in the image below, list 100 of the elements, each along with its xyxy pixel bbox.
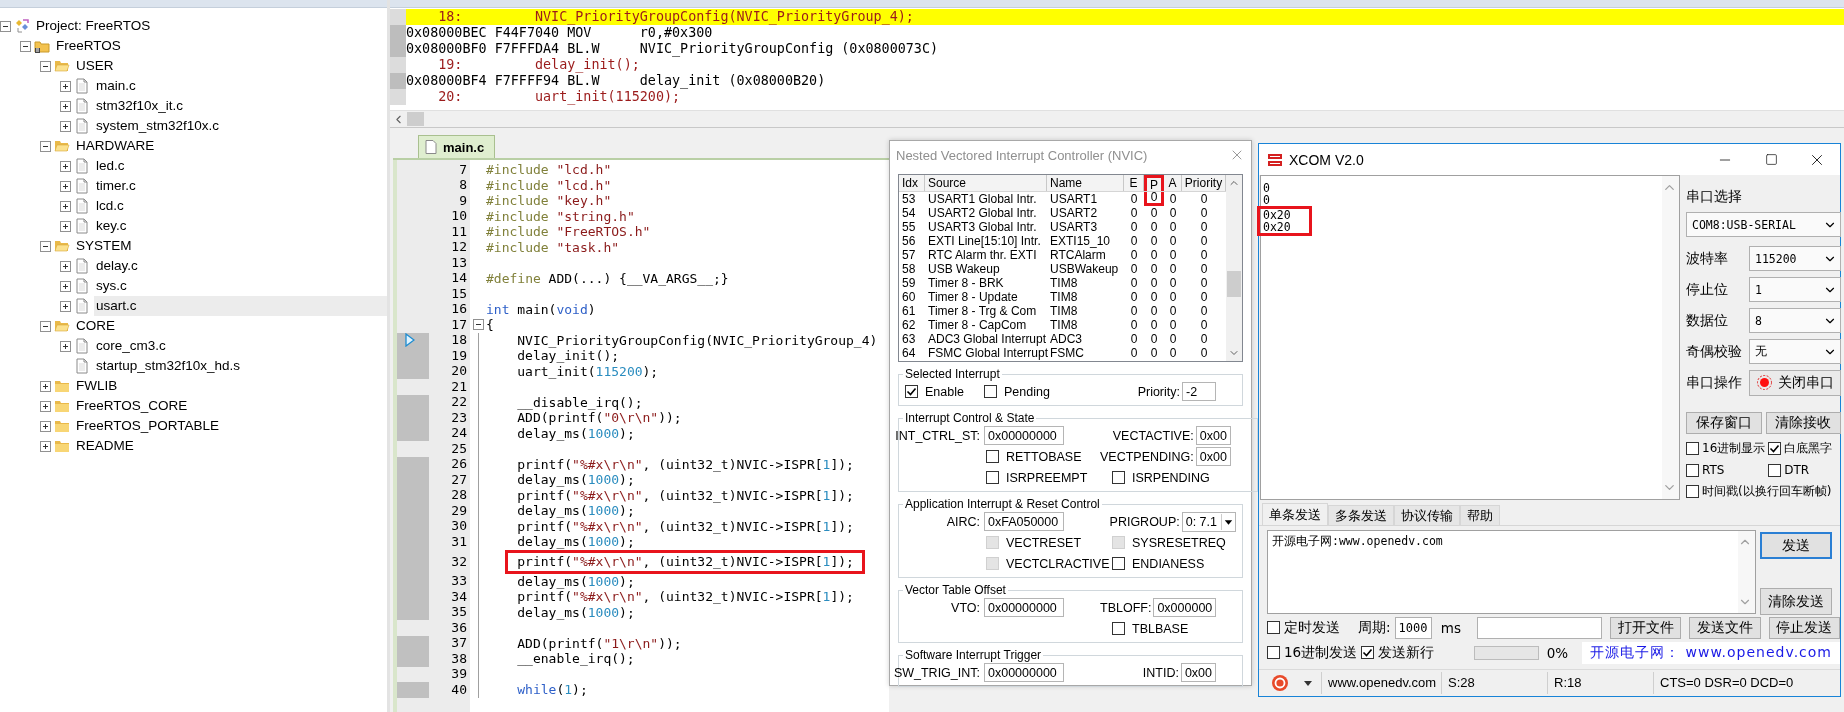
period-field[interactable]: 1000 (1394, 616, 1432, 639)
tree-item[interactable]: Project: FreeRTOS (34, 16, 387, 36)
collapse-icon[interactable] (40, 240, 51, 252)
setting-dropdown[interactable]: 无 (1749, 339, 1841, 364)
checkbox[interactable] (1267, 621, 1280, 634)
expand-icon[interactable] (60, 300, 71, 312)
expand-icon[interactable] (40, 380, 51, 392)
file-button[interactable]: 发送文件 (1689, 616, 1761, 639)
tree-item[interactable]: led.c (94, 156, 387, 176)
setting-dropdown[interactable]: 1 (1749, 277, 1841, 302)
collapse-icon[interactable] (472, 319, 484, 331)
tree-item[interactable]: startup_stm32f10x_hd.s (94, 356, 387, 376)
checkbox[interactable] (986, 450, 999, 463)
tree-item[interactable]: FWLIB (74, 376, 387, 396)
setting-dropdown[interactable]: 115200 (1749, 246, 1841, 271)
dropdown[interactable]: 0: 7.1 (1181, 511, 1236, 532)
tree-item[interactable]: system_stm32f10x.c (94, 116, 387, 136)
tree-item[interactable]: sys.c (94, 276, 387, 296)
tab[interactable]: 协议传输 (1394, 505, 1460, 525)
checkbox[interactable] (1686, 463, 1699, 477)
file-button[interactable]: 停止发送 (1768, 616, 1840, 639)
value-field[interactable]: 0x00 (1180, 663, 1216, 682)
action-button[interactable]: 清除接收 (1765, 412, 1841, 434)
checkbox[interactable] (1112, 471, 1125, 484)
tree-item[interactable]: FreeRTOS (54, 36, 387, 56)
port-dropdown[interactable]: COM8:USB-SERIAL (1686, 212, 1841, 237)
tree-item[interactable]: core_cm3.c (94, 336, 387, 356)
tab[interactable]: 单条发送 (1262, 503, 1328, 525)
value-field[interactable]: 0x00 (1195, 426, 1231, 445)
expand-icon[interactable] (40, 400, 51, 412)
tree-item[interactable]: SYSTEM (74, 236, 387, 256)
value-field[interactable]: 0x00000000 (984, 426, 1064, 445)
expand-icon[interactable] (60, 340, 71, 352)
website-link[interactable]: 开源电子网： www.openedv.com (1582, 641, 1840, 664)
column-header[interactable]: Idx (899, 175, 925, 191)
collapse-icon[interactable] (20, 40, 31, 52)
value-field[interactable]: 0x00000000 (984, 663, 1064, 682)
value-field[interactable]: 0x000000 (1153, 598, 1217, 617)
value-field[interactable]: -2 (1182, 382, 1216, 401)
column-header[interactable]: E (1124, 175, 1144, 191)
editor-tab[interactable]: main.c (418, 135, 496, 158)
checkbox[interactable] (1768, 463, 1782, 477)
tree-item[interactable]: main.c (94, 76, 387, 96)
checkbox[interactable] (1267, 646, 1280, 659)
checkbox[interactable] (984, 385, 997, 398)
tree-item[interactable]: usart.c (94, 296, 387, 316)
expand-icon[interactable] (60, 120, 71, 132)
value-field[interactable]: 0x00000000 (984, 598, 1064, 617)
expand-icon[interactable] (40, 420, 51, 432)
column-header[interactable]: A (1164, 175, 1182, 191)
dropdown-arrow-icon[interactable] (1221, 513, 1235, 530)
tab[interactable]: 帮助 (1460, 505, 1500, 525)
scrollbar[interactable] (1226, 175, 1242, 361)
scrollbar[interactable] (390, 110, 1844, 127)
scrollbar-thumb[interactable] (407, 112, 424, 126)
maximize-icon[interactable] (1764, 153, 1778, 166)
tree-item[interactable]: stm32f10x_it.c (94, 96, 387, 116)
tab[interactable]: 多条发送 (1328, 505, 1394, 525)
collapse-icon[interactable] (40, 140, 51, 152)
checkbox[interactable] (1686, 442, 1699, 455)
expand-icon[interactable] (60, 220, 71, 232)
column-header[interactable]: Source (925, 175, 1047, 191)
checkbox[interactable] (1768, 442, 1782, 455)
port-button[interactable]: 关闭串口 (1749, 369, 1841, 396)
tree-item[interactable]: key.c (94, 216, 387, 236)
tree-item[interactable]: README (74, 436, 387, 456)
scrollbar-thumb[interactable] (1227, 271, 1241, 297)
send-button[interactable]: 发送 (1760, 532, 1832, 559)
file-button[interactable]: 打开文件 (1609, 616, 1682, 639)
expand-icon[interactable] (60, 160, 71, 172)
expand-icon[interactable] (60, 200, 71, 212)
checkbox[interactable] (986, 471, 999, 484)
action-button[interactable]: 保存窗口 (1686, 412, 1762, 434)
checkbox[interactable] (905, 385, 918, 398)
send-button[interactable]: 清除发送 (1760, 588, 1832, 615)
checkbox[interactable] (1361, 646, 1375, 659)
checkbox[interactable] (1686, 485, 1699, 498)
send-field[interactable]: 开源电子网:www.openedv.com (1267, 530, 1756, 614)
tree-item[interactable]: delay.c (94, 256, 387, 276)
column-header[interactable]: Name (1047, 175, 1124, 191)
collapse-icon[interactable] (40, 60, 51, 72)
expand-icon[interactable] (60, 180, 71, 192)
expand-icon[interactable] (60, 100, 71, 112)
checkbox[interactable] (1112, 622, 1125, 635)
caret-icon[interactable] (1303, 678, 1313, 687)
expand-icon[interactable] (60, 280, 71, 292)
expand-icon[interactable] (40, 440, 51, 452)
expand-icon[interactable] (60, 80, 71, 92)
tree-item[interactable]: USER (74, 56, 387, 76)
receive-area[interactable]: 0 0 0x20 0x20 (1260, 175, 1680, 500)
tree-item[interactable]: FreeRTOS_CORE (74, 396, 387, 416)
tree-item[interactable]: CORE (74, 316, 387, 336)
power-icon[interactable] (1271, 673, 1289, 692)
checkbox[interactable] (1112, 557, 1125, 570)
value-field[interactable]: 0xFA050000 (984, 512, 1064, 531)
collapse-icon[interactable] (40, 320, 51, 332)
tree-item[interactable]: FreeRTOS_PORTABLE (74, 416, 387, 436)
collapse-icon[interactable] (0, 20, 11, 32)
file-path-field[interactable] (1476, 616, 1602, 639)
expand-icon[interactable] (60, 260, 71, 272)
